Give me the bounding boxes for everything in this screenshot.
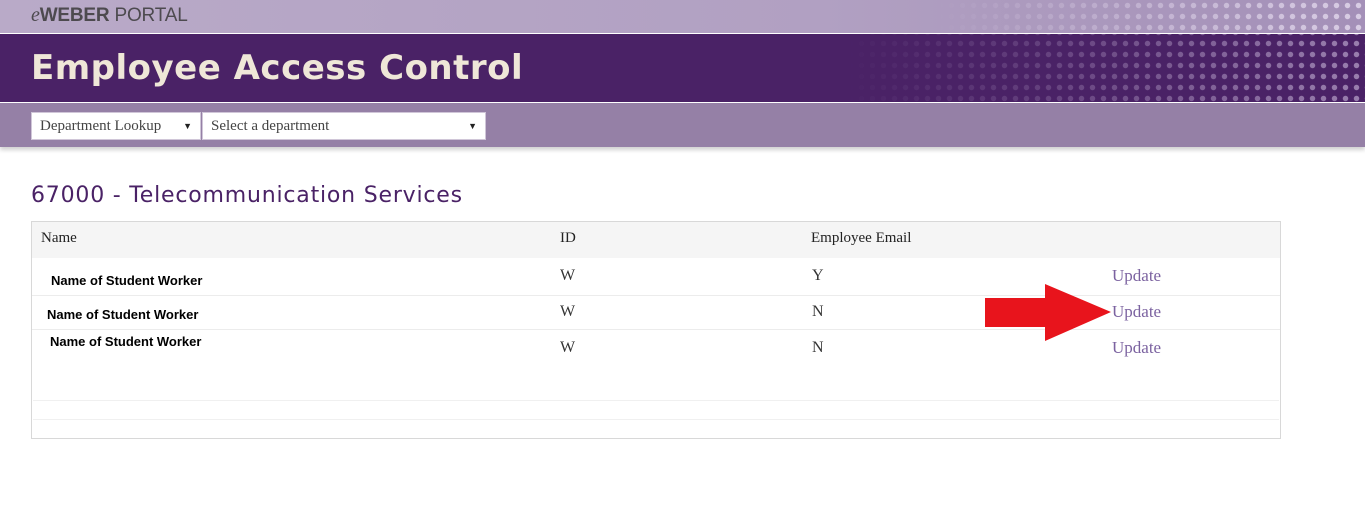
employee-name: Name of Student Worker xyxy=(51,273,203,288)
column-header-id[interactable]: ID xyxy=(560,230,576,247)
page-title: Employee Access Control xyxy=(31,48,524,88)
table-header: Name ID Employee Email xyxy=(32,222,1280,258)
employee-id: W xyxy=(560,303,576,320)
department-heading: 67000 - Telecommunication Services xyxy=(31,183,463,208)
redacted-rows xyxy=(33,367,1279,438)
department-lookup-label: Department Lookup xyxy=(40,118,162,134)
logo-weber: WEBER xyxy=(39,5,110,26)
employee-email-flag: Y xyxy=(812,267,824,284)
employee-name: Name of Student Worker xyxy=(50,334,202,349)
toolbar: Department Lookup ▼ Select a department … xyxy=(0,103,1365,147)
column-header-name[interactable]: Name xyxy=(41,230,77,247)
caret-down-icon: ▼ xyxy=(468,121,477,131)
portal-bar: eWEBER PORTAL xyxy=(0,0,1365,34)
logo-e: e xyxy=(31,4,40,26)
update-link[interactable]: Update xyxy=(1112,302,1161,322)
update-link[interactable]: Update xyxy=(1112,266,1161,286)
department-select[interactable]: Select a department ▼ xyxy=(202,112,486,140)
row-divider xyxy=(33,419,1279,420)
department-select-value: Select a department xyxy=(211,118,330,134)
eweber-portal-logo[interactable]: eWEBER PORTAL xyxy=(31,4,188,27)
update-link[interactable]: Update xyxy=(1112,338,1161,358)
employee-email-flag: N xyxy=(812,303,824,320)
employee-id: W xyxy=(560,267,576,284)
employee-id: W xyxy=(560,339,576,356)
dot-pattern xyxy=(845,34,1365,102)
column-header-email[interactable]: Employee Email xyxy=(811,230,911,247)
employee-email-flag: N xyxy=(812,339,824,356)
department-lookup-dropdown[interactable]: Department Lookup ▼ xyxy=(31,112,201,140)
dot-pattern xyxy=(935,0,1365,33)
red-arrow-icon xyxy=(985,284,1111,341)
logo-portal: PORTAL xyxy=(109,5,188,26)
title-banner: Employee Access Control xyxy=(0,34,1365,102)
row-divider xyxy=(33,400,1279,401)
employee-name: Name of Student Worker xyxy=(47,307,199,322)
caret-down-icon: ▼ xyxy=(183,121,192,131)
